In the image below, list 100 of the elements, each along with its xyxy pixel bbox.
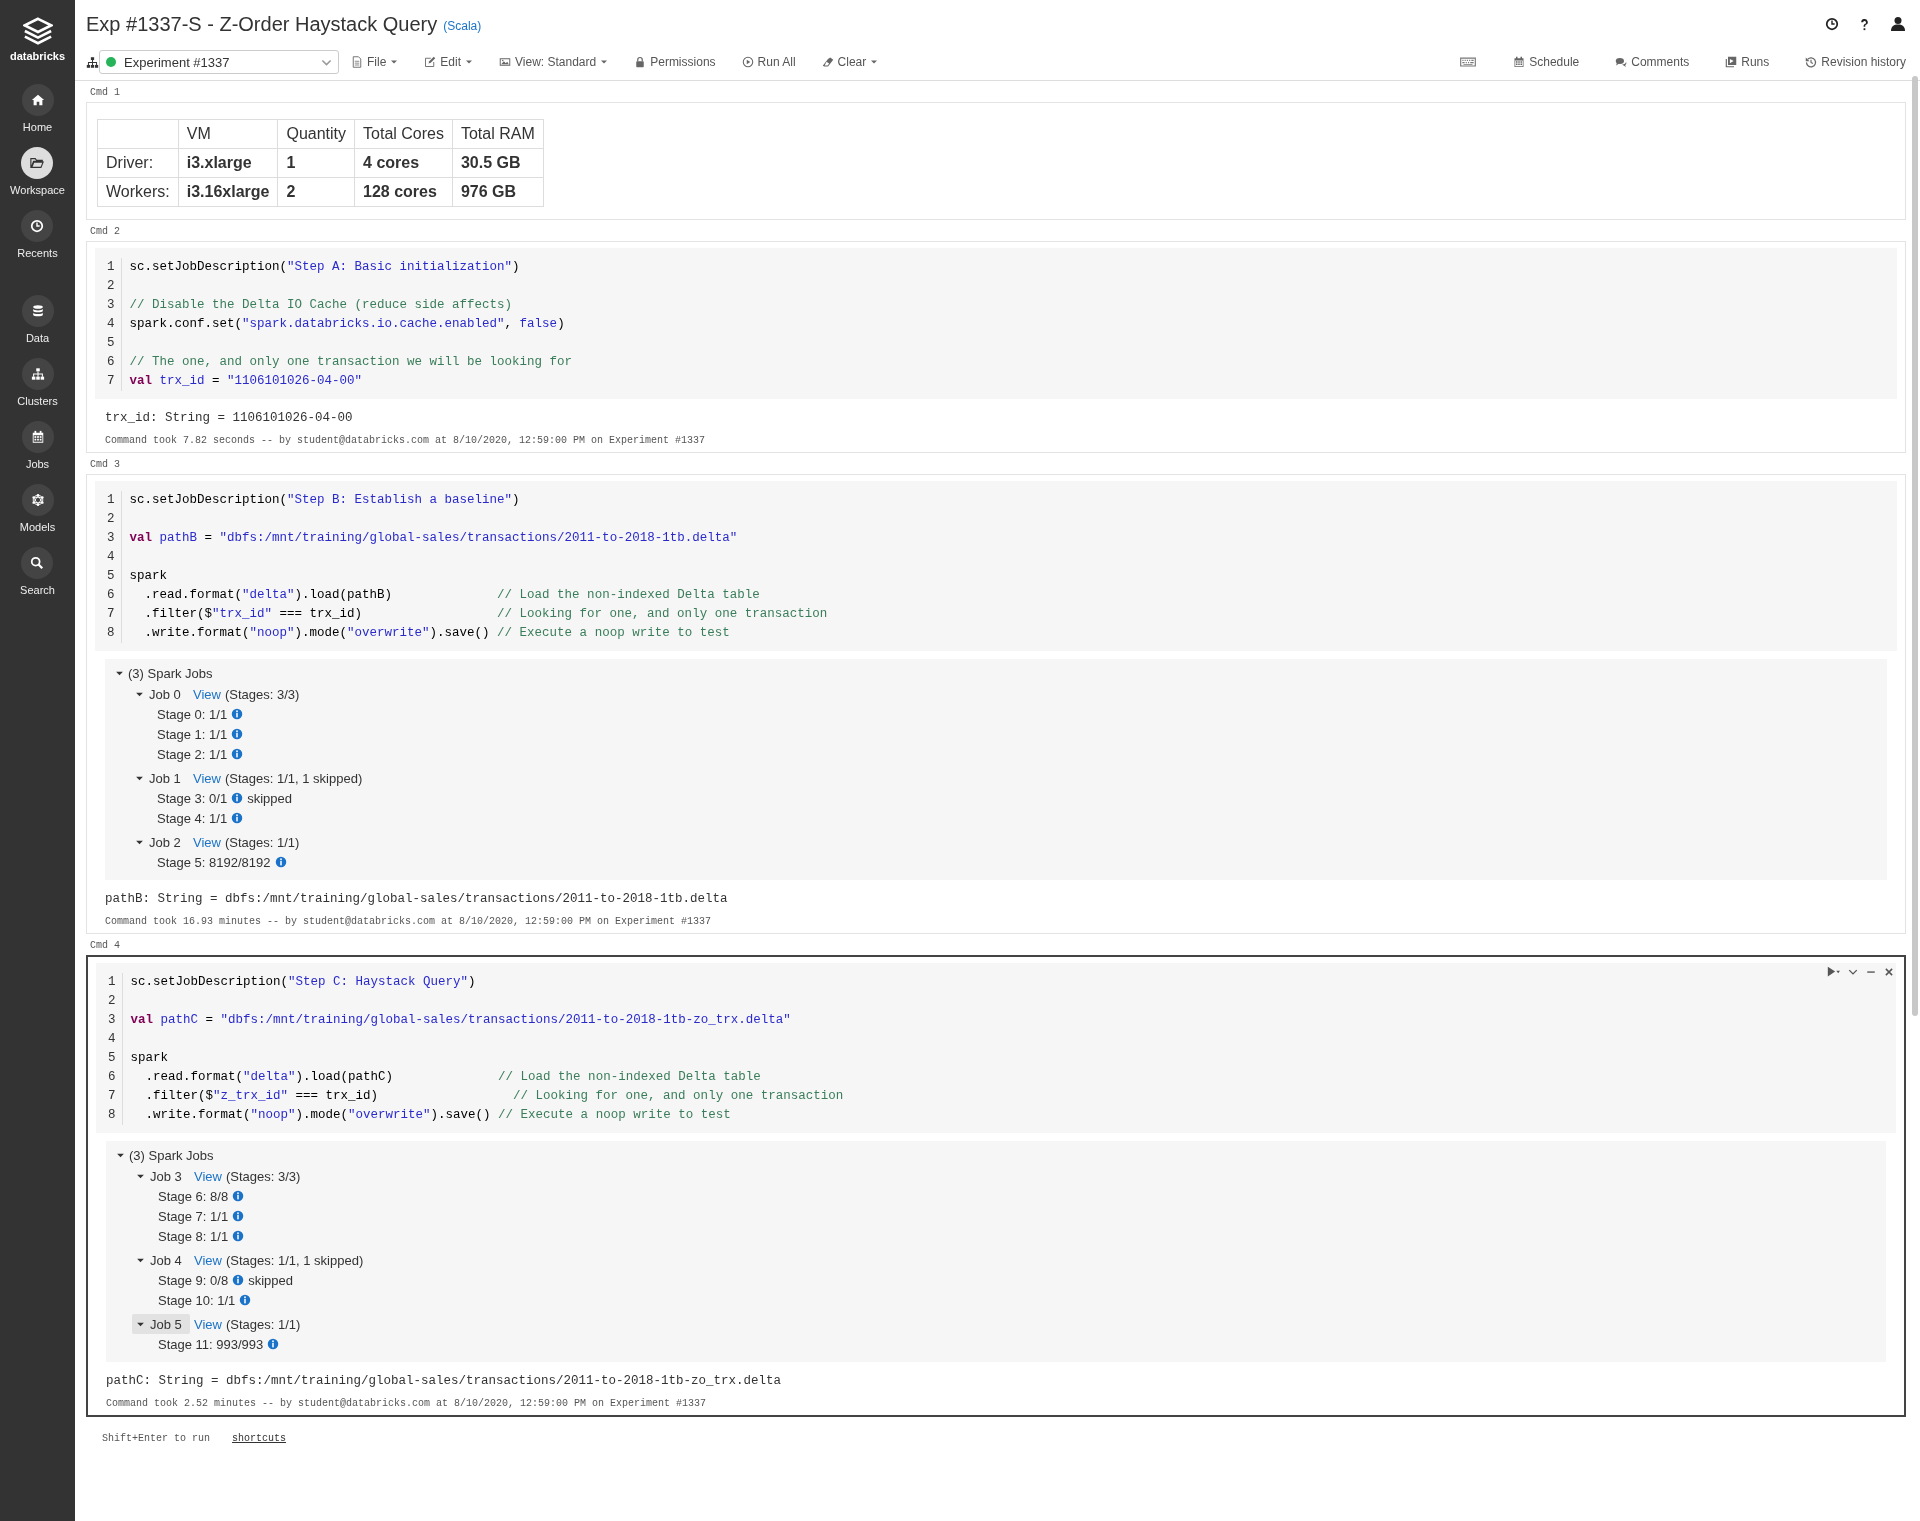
calendar-icon <box>1513 56 1526 68</box>
toolbar-menu[interactable]: Edit <box>424 55 474 69</box>
table-cell: 30.5 GB <box>452 148 544 178</box>
stage-label: Stage 9: 0/8 <box>158 1272 229 1288</box>
job-stages: (Stages: 1/1, 1 skipped) <box>224 770 363 786</box>
line-number: 5 <box>107 335 115 352</box>
table-cell: 1 <box>277 148 355 178</box>
info-icon[interactable] <box>232 1274 245 1286</box>
job-stages: (Stages: 1/1) <box>224 834 300 850</box>
view-link[interactable]: View <box>194 1252 222 1268</box>
stage-note: skipped <box>248 1272 293 1288</box>
toolbar-button[interactable]: Runs <box>1725 55 1770 69</box>
view-link[interactable]: View <box>193 834 221 850</box>
info-icon[interactable] <box>232 1190 245 1202</box>
job-toggle[interactable]: Job 5 <box>132 1314 190 1334</box>
toolbar-menu[interactable]: File <box>351 55 399 69</box>
info-icon[interactable] <box>232 1210 245 1222</box>
view-link[interactable]: View <box>193 770 221 786</box>
info-icon[interactable] <box>239 1294 252 1306</box>
code-line: sc.setJobDescription("Step C: Haystack Query") <box>130 974 477 991</box>
cluster-dropdown[interactable]: Experiment #1337 <box>99 50 339 74</box>
toolbar-menu[interactable]: Permissions <box>634 55 716 69</box>
line-number: 3 <box>107 297 115 314</box>
job-toggle[interactable]: Job 3 <box>132 1166 190 1186</box>
stage-label: Stage 11: 993/993 <box>158 1336 264 1352</box>
line-number: 6 <box>108 1069 116 1086</box>
cell-output: pathC: String = dbfs:/mnt/training/global-sales/transactions/2011-to-2018-1tb-zo_trx.delta <box>106 1374 783 1388</box>
job-stages: (Stages: 3/3) <box>224 686 300 702</box>
code-line: .filter($"trx_id" === trx_id) // Looking for one, and only one transaction <box>143 606 828 623</box>
job-stages: (Stages: 3/3) <box>225 1168 301 1184</box>
command-timing: Command took 7.82 seconds -- by student@databricks.com at 8/10/2020, 12:59:00 PM on Experiment #1337 <box>105 435 707 446</box>
table-cell: 128 cores <box>354 177 453 207</box>
info-icon[interactable] <box>232 1230 245 1242</box>
toolbar-menu[interactable]: View: Standard <box>499 55 609 69</box>
line-number: 7 <box>107 373 115 390</box>
code-line: .write.format("noop").mode("overwrite").save() // Execute a noop write to test <box>143 625 731 642</box>
command-timing: Command took 2.52 minutes -- by student@databricks.com at 8/10/2020, 12:59:00 PM on Experiment #1337 <box>106 1398 708 1409</box>
view-link[interactable]: View <box>194 1168 222 1184</box>
jobs-heading: (3) Spark Jobs <box>128 665 213 681</box>
line-number: 2 <box>107 511 115 528</box>
stage-label: Stage 0: 1/1 <box>157 706 228 722</box>
code-line: spark <box>129 568 169 585</box>
info-icon[interactable] <box>231 708 244 720</box>
info-icon[interactable] <box>267 1338 280 1350</box>
toolbar-button[interactable]: Comments <box>1615 55 1690 69</box>
job-toggle[interactable]: Job 1 <box>131 768 189 788</box>
cell-output: pathB: String = dbfs:/mnt/training/global-sales/transactions/2011-to-2018-1tb.delta <box>105 892 729 906</box>
job-toggle[interactable]: Job 0 <box>131 684 189 704</box>
notebook-title: Exp #1337-S - Z-Order Haystack Query <box>86 12 438 36</box>
scrollbar[interactable] <box>1912 76 1918 1016</box>
stage-note: skipped <box>247 790 292 806</box>
command-timing: Command took 16.93 minutes -- by student@databricks.com at 8/10/2020, 12:59:00 PM on Experiment #1337 <box>105 916 713 927</box>
play-icon <box>741 56 754 68</box>
info-icon[interactable] <box>231 812 244 824</box>
line-number: 5 <box>107 568 115 585</box>
cell-label: Cmd 3 <box>90 459 121 470</box>
toolbar-button[interactable]: Schedule <box>1513 55 1580 69</box>
hierarchy-icon[interactable] <box>86 55 99 69</box>
code-line: // Disable the Delta IO Cache (reduce side affects) <box>129 297 514 314</box>
layers-logo-icon[interactable] <box>22 16 53 46</box>
cell-label: Cmd 1 <box>90 87 121 98</box>
line-number: 8 <box>107 625 115 642</box>
job-toggle[interactable]: Job 2 <box>131 832 189 852</box>
job-stages: (Stages: 1/1) <box>225 1316 301 1332</box>
info-icon[interactable] <box>274 856 287 868</box>
edit-icon <box>424 56 437 68</box>
user-icon[interactable] <box>1890 16 1906 32</box>
info-icon[interactable] <box>231 748 244 760</box>
code-line: .read.format("delta").load(pathB) // Load the non-indexed Delta table <box>143 587 761 604</box>
sidebar-item[interactable]: Workspace <box>10 147 65 196</box>
comments-icon <box>1615 56 1628 68</box>
clock-icon[interactable] <box>1825 17 1839 31</box>
stage-label: Stage 8: 1/1 <box>158 1228 229 1244</box>
run-icon[interactable] <box>1827 965 1840 978</box>
stage-label: Stage 3: 0/1 <box>157 790 228 806</box>
hierarchy-icon <box>30 367 45 381</box>
line-number: 1 <box>108 974 116 991</box>
line-number: 4 <box>107 316 115 333</box>
code-line: sc.setJobDescription("Step A: Basic initialization") <box>129 259 521 276</box>
job-toggle[interactable]: Job 4 <box>132 1250 190 1270</box>
view-link[interactable]: View <box>194 1316 222 1332</box>
shortcuts-link[interactable]: shortcuts <box>232 1433 287 1444</box>
toolbar-menu[interactable]: Clear <box>821 55 879 69</box>
table-cell: 976 GB <box>452 177 544 207</box>
info-icon[interactable] <box>231 792 244 804</box>
stage-label: Stage 5: 8192/8192 <box>157 854 271 870</box>
language-label[interactable]: (Scala) <box>443 19 482 33</box>
clock-icon <box>30 219 45 233</box>
database-icon <box>30 304 45 318</box>
toolbar-menu[interactable]: Run All <box>741 55 796 69</box>
code-line: spark.conf.set("spark.databricks.io.cache.enabled", false) <box>129 316 566 333</box>
code-line: val pathB = "dbfs:/mnt/training/global-sales/transactions/2011-to-2018-1tb.delta" <box>129 530 739 547</box>
info-icon[interactable] <box>231 728 244 740</box>
close-icon[interactable] <box>1884 966 1894 977</box>
toolbar-button[interactable]: Revision history <box>1805 55 1906 69</box>
code-line: .read.format("delta").load(pathC) // Load the non-indexed Delta table <box>144 1069 762 1086</box>
view-link[interactable]: View <box>193 686 221 702</box>
job-stages: (Stages: 1/1, 1 skipped) <box>225 1252 364 1268</box>
line-number: 1 <box>107 492 115 509</box>
file-icon <box>351 56 363 68</box>
